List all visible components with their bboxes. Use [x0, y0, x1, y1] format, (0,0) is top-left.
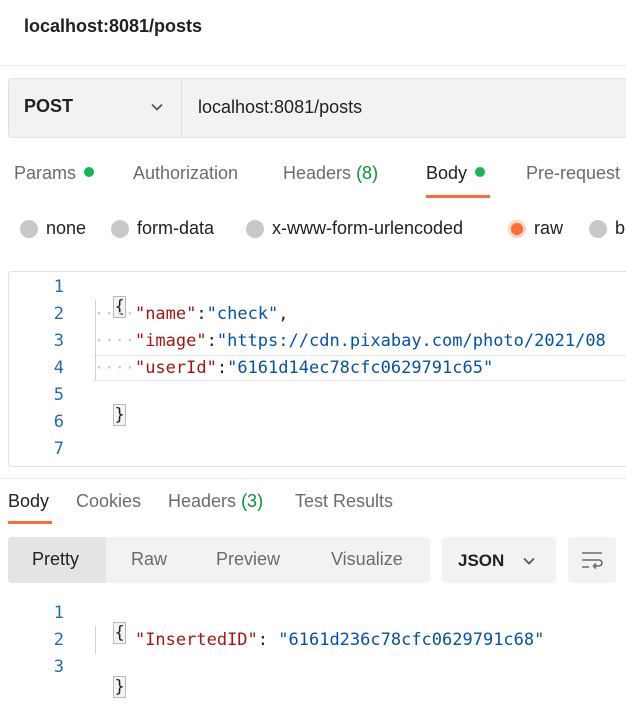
json-key: "image"	[134, 331, 207, 351]
json-string-value: "check"	[206, 304, 279, 324]
radio-circle-icon	[20, 219, 38, 238]
line-number: 5	[53, 385, 64, 405]
code-line[interactable]: ····"userId":"6161d14ec78cfc0629791c65"	[94, 358, 493, 378]
json-string-value: "6161d236c78cfc0629791c68"	[278, 630, 545, 650]
title-divider	[0, 65, 626, 66]
view-preview-button[interactable]: Preview	[216, 549, 280, 570]
radio-form-data-label: form-data	[137, 218, 215, 238]
radio-binary-label: b	[615, 218, 626, 238]
status-dot-icon	[475, 167, 486, 177]
response-tab-test-results[interactable]: Test Results	[295, 491, 393, 512]
view-visualize-button[interactable]: Visualize	[331, 549, 403, 570]
response-code-line: "InsertedID": "6161d236c78cfc0629791c68"	[134, 630, 545, 650]
code-line[interactable]: ····"name":"check",	[94, 304, 289, 324]
method-select[interactable]: POST	[24, 96, 73, 117]
view-raw-button[interactable]: Raw	[131, 549, 167, 570]
json-key: "name"	[134, 304, 197, 324]
line-number: 4	[53, 358, 64, 378]
line-number: 1	[53, 603, 64, 623]
radio-raw-label: raw	[534, 218, 564, 238]
chevron-down-icon[interactable]	[150, 100, 164, 114]
request-bar-separator	[181, 79, 182, 137]
line-number: 3	[53, 657, 64, 677]
code-line[interactable]: ····"image":"https://cdn.pixabay.com/pho…	[94, 331, 606, 351]
code-line[interactable]: }	[94, 385, 126, 426]
line-number: 3	[53, 331, 64, 351]
radio-urlencoded[interactable]: x-www-form-urlencoded	[246, 218, 463, 239]
active-tab-indicator	[426, 195, 490, 198]
wrap-lines-icon	[582, 552, 603, 570]
line-number: 2	[53, 630, 64, 650]
chevron-down-icon	[523, 557, 535, 565]
radio-form-data[interactable]: form-data	[111, 218, 214, 239]
radio-none-label: none	[46, 218, 87, 238]
view-pretty-button[interactable]: Pretty	[32, 549, 79, 570]
radio-circle-icon	[246, 219, 264, 238]
url-input[interactable]: localhost:8081/posts	[198, 97, 362, 118]
tab-body[interactable]: Body	[426, 163, 486, 184]
radio-circle-icon	[111, 219, 129, 238]
radio-binary[interactable]: b	[589, 218, 625, 239]
section-divider	[0, 478, 626, 479]
request-title: localhost:8081/posts	[24, 16, 203, 36]
tab-headers[interactable]: Headers (8)	[283, 163, 378, 184]
radio-selected-icon	[508, 219, 526, 238]
response-tab-cookies[interactable]: Cookies	[76, 491, 141, 512]
radio-circle-icon	[589, 219, 607, 238]
active-tab-indicator	[8, 521, 52, 524]
response-tab-headers[interactable]: Headers (3)	[168, 491, 263, 512]
line-number: 7	[53, 439, 64, 459]
line-number: 1	[53, 277, 64, 297]
json-string-value: "https://cdn.pixabay.com/photo/2021/08	[216, 331, 606, 351]
headers-count-badge: (8)	[356, 163, 379, 183]
tab-headers-label: Headers	[283, 163, 352, 183]
response-tab-body[interactable]: Body	[8, 491, 49, 512]
tab-params[interactable]: Params	[14, 163, 95, 184]
line-number: 2	[53, 304, 64, 324]
close-brace: }	[113, 676, 126, 698]
json-string-value: "6161d14ec78cfc0629791c65"	[227, 358, 494, 378]
response-tab-headers-label: Headers	[168, 491, 237, 511]
tab-body-label: Body	[426, 163, 468, 183]
close-brace: }	[113, 404, 126, 426]
json-key: "InsertedID"	[134, 630, 258, 650]
tab-params-label: Params	[14, 163, 77, 183]
radio-urlencoded-label: x-www-form-urlencoded	[272, 218, 464, 238]
tab-authorization[interactable]: Authorization	[133, 163, 238, 184]
headers-count-badge: (3)	[241, 491, 264, 511]
radio-raw[interactable]: raw	[508, 218, 563, 239]
format-dropdown-label: JSON	[458, 551, 505, 570]
status-dot-icon	[84, 167, 95, 177]
json-key: "userId"	[134, 358, 217, 378]
radio-none[interactable]: none	[20, 218, 86, 239]
line-number: 6	[53, 412, 64, 432]
tab-pre-request-script[interactable]: Pre-request	[526, 163, 620, 184]
response-code-line: }	[94, 657, 126, 698]
